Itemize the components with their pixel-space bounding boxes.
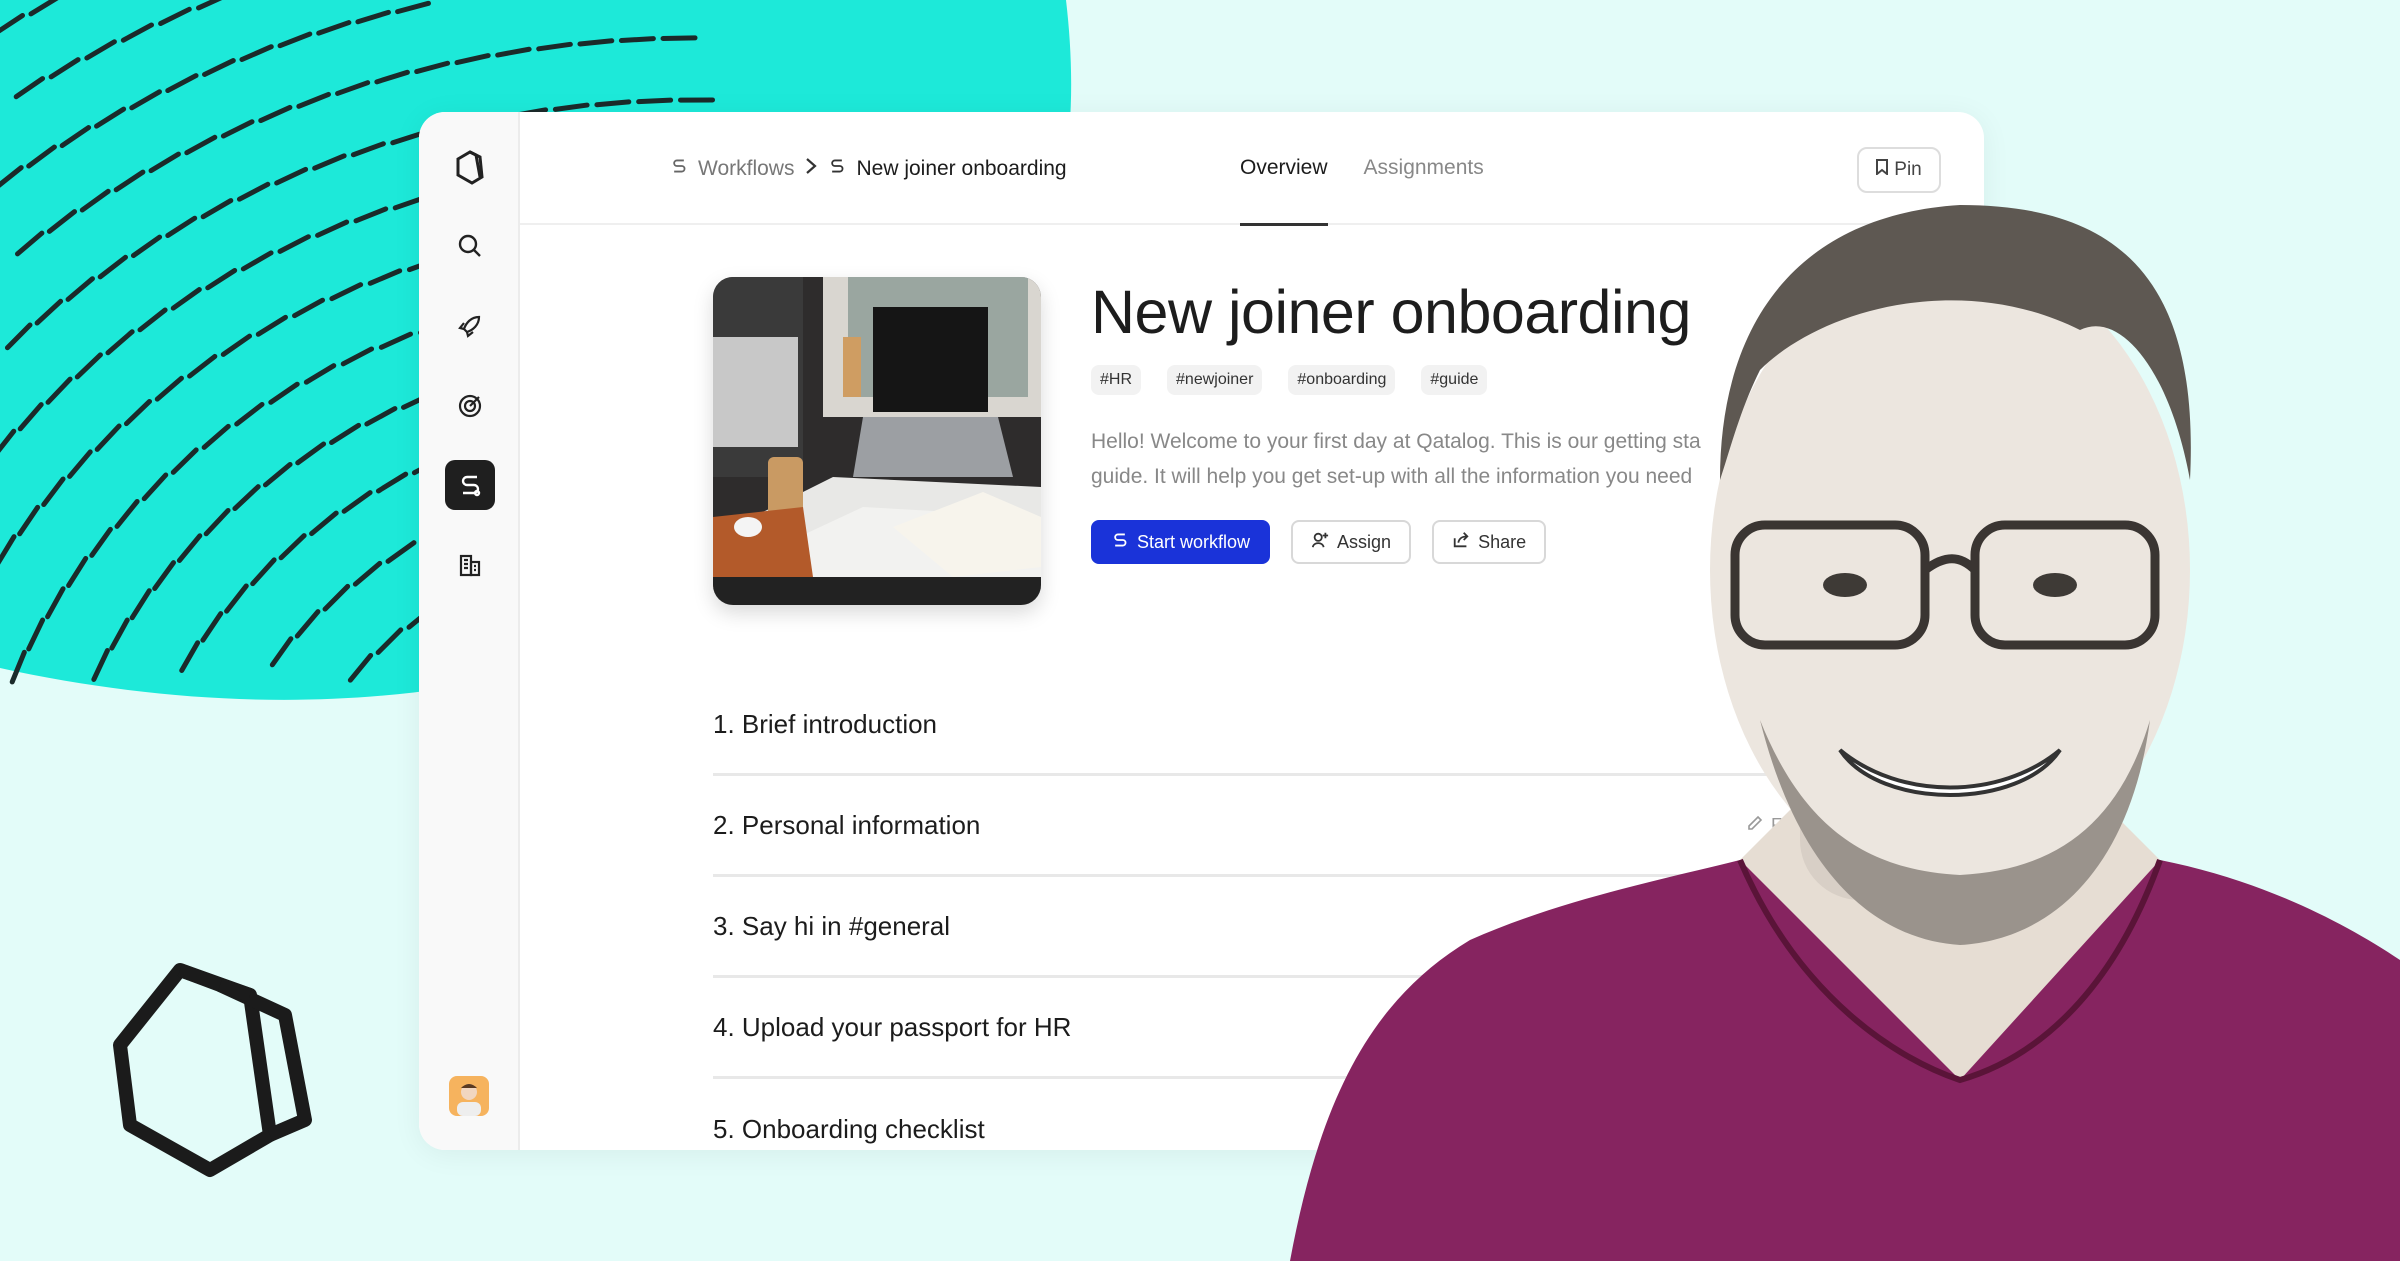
description-line: Hello! Welcome to your first day at Qata…	[1091, 430, 1701, 453]
breadcrumb-current[interactable]: New joiner onboarding	[856, 157, 1066, 181]
breadcrumb: Workflows New joiner onboarding	[670, 156, 1067, 182]
workflow-icon	[828, 157, 846, 181]
workflow-description: Hello! Welcome to your first day at Qata…	[1091, 424, 1984, 494]
list-item[interactable]: 3. Say hi in #general	[713, 877, 1813, 978]
pencil-icon	[1747, 815, 1763, 836]
step-label: 4. Upload your passport for HR	[713, 1011, 1072, 1042]
workflow-icon	[670, 157, 688, 181]
step-label: 3. Say hi in #general	[713, 910, 951, 941]
list-item[interactable]: 5. Onboarding checklist	[713, 1079, 1813, 1150]
pattern-dash	[636, 97, 674, 105]
start-workflow-button[interactable]: Start workflow	[1091, 520, 1271, 564]
pattern-dash	[577, 38, 615, 47]
assign-label: Assign	[1337, 531, 1392, 552]
tabs: Overview Assignments	[1240, 156, 1484, 226]
target-icon[interactable]	[445, 381, 495, 431]
start-workflow-label: Start workflow	[1137, 531, 1251, 552]
tab-assignments[interactable]: Assignments	[1364, 156, 1484, 224]
search-icon[interactable]	[445, 221, 495, 271]
list-item[interactable]: 1. Brief introduction T	[713, 675, 1813, 776]
user-avatar[interactable]	[449, 1076, 489, 1116]
step-label: 1. Brief introduction	[713, 708, 938, 739]
logo-icon[interactable]	[445, 142, 495, 192]
step-list: 1. Brief introduction T 2. Personal infor…	[713, 675, 1813, 1150]
tag[interactable]: #HR	[1091, 365, 1142, 395]
user-plus-icon	[1311, 531, 1329, 554]
workflow-actions: Start workflow Assign Share	[1091, 520, 1547, 564]
workflow-title: New joiner onboarding	[1091, 278, 1691, 346]
step-label: 2. Personal information	[713, 809, 981, 840]
rocket-icon[interactable]	[445, 301, 495, 351]
share-label: Share	[1478, 531, 1527, 552]
pattern-dash	[660, 35, 698, 42]
step-type-label: Form	[1771, 814, 1813, 835]
app-window: Workflows New joiner onboarding Overview…	[419, 112, 1984, 1150]
share-button[interactable]: Share	[1432, 520, 1547, 564]
pattern-dash	[618, 36, 656, 44]
bookmark-icon	[1876, 159, 1889, 181]
sidebar	[419, 112, 520, 1150]
step-label: 5. Onboarding checklist	[713, 1114, 985, 1144]
tag[interactable]: #newjoiner	[1167, 365, 1263, 395]
brand-logo-icon	[113, 963, 312, 1177]
list-item[interactable]: 2. Personal information Form	[713, 776, 1813, 877]
building-icon[interactable]	[445, 540, 495, 590]
tag-list: #HR #newjoiner #onboarding #guide	[1091, 365, 1488, 395]
tag[interactable]: #onboarding	[1288, 365, 1396, 395]
pin-button[interactable]: Pin	[1857, 147, 1941, 193]
share-icon	[1452, 531, 1470, 554]
top-bar: Workflows New joiner onboarding Overview…	[520, 112, 1984, 226]
workflow-icon[interactable]	[445, 460, 495, 510]
workflow-cover-image	[713, 277, 1041, 605]
list-item[interactable]: 4. Upload your passport for HR	[713, 978, 1813, 1079]
tab-overview[interactable]: Overview	[1240, 156, 1328, 226]
assign-button[interactable]: Assign	[1291, 520, 1412, 564]
tag[interactable]: #guide	[1421, 365, 1488, 395]
breadcrumb-workflows[interactable]: Workflows	[698, 157, 794, 181]
text-type-icon: T	[1800, 712, 1813, 735]
workflow-icon	[1111, 531, 1129, 554]
pattern-dash	[594, 99, 632, 108]
description-line: guide. It will help you get set-up with …	[1091, 465, 1693, 488]
step-type: Form	[1747, 815, 1813, 836]
pin-label: Pin	[1894, 159, 1922, 180]
chevron-right-icon	[804, 156, 818, 182]
